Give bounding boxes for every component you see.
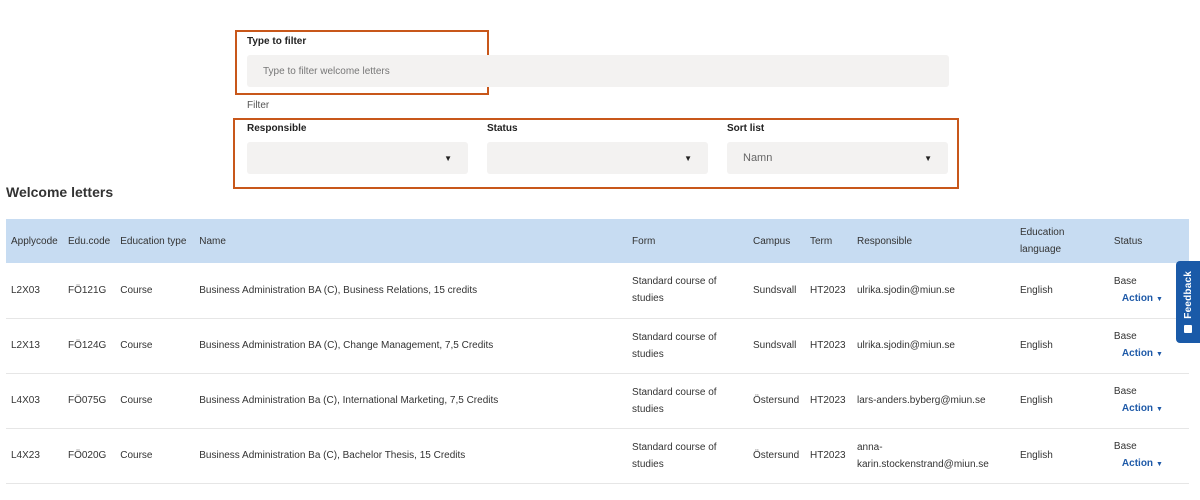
cell-applycode: L2X03	[11, 284, 40, 296]
chevron-down-icon: ▼	[444, 153, 452, 163]
cell-type: Course	[120, 395, 153, 406]
cell-status: Base Action ▼	[1109, 428, 1189, 483]
cell-language: English	[1019, 340, 1053, 351]
cell-responsible: ulrika.sjodin@miun.se	[856, 284, 955, 296]
cell-status: Base Action ▼	[1109, 373, 1189, 428]
column-header[interactable]: Status	[1109, 219, 1189, 263]
cell-form: Standard course of studies	[632, 441, 717, 470]
action-dropdown[interactable]: Action ▼	[1122, 348, 1163, 359]
cell-campus: Östersund	[753, 395, 800, 406]
responsible-label: Responsible	[247, 123, 307, 134]
cell-term: HT2023	[809, 284, 846, 296]
page-title: Welcome letters	[6, 184, 114, 200]
cell-responsible: lars-anders.byberg@miun.se	[856, 395, 986, 406]
cell-form: Standard course of studies	[632, 386, 717, 415]
table-header-row: Applycode Edu.code Education type Name F…	[6, 219, 1189, 263]
sort-select[interactable]: Namn ▼	[727, 142, 948, 174]
filter-section-label: Filter	[247, 100, 270, 111]
cell-responsible: ulrika.sjodin@miun.se	[856, 340, 955, 351]
chevron-down-icon: ▼	[684, 153, 692, 163]
column-header[interactable]: Edu.code	[63, 219, 115, 263]
table-row[interactable]: L2X13 FÖ124G Course Business Administrat…	[6, 318, 1189, 373]
status-text: Base	[1113, 275, 1137, 287]
action-label: Action	[1121, 403, 1154, 414]
cell-educode: FÖ020G	[67, 450, 107, 461]
action-dropdown[interactable]: Action ▼	[1122, 403, 1163, 414]
column-header[interactable]: Responsible	[852, 219, 1015, 263]
cell-language: English	[1019, 395, 1053, 406]
column-header[interactable]: Name	[194, 219, 627, 263]
status-text: Base	[1113, 386, 1137, 397]
cell-applycode: L2X13	[11, 340, 40, 351]
status-text: Base	[1113, 331, 1137, 342]
cell-form: Standard course of studies	[632, 276, 717, 305]
action-dropdown[interactable]: Action ▼	[1122, 458, 1163, 469]
table-row[interactable]: L2X03 FÖ121G Course Business Administrat…	[6, 263, 1189, 318]
action-label: Action	[1121, 348, 1154, 359]
cell-campus: Sundsvall	[753, 340, 797, 351]
cell-responsible: anna-karin.stockenstrand@miun.se	[856, 441, 989, 470]
cell-name: Business Administration BA (C), Business…	[199, 284, 478, 296]
cell-educode: FÖ075G	[67, 395, 107, 406]
cell-term: HT2023	[809, 395, 846, 406]
cell-educode: FÖ124G	[67, 340, 107, 351]
status-text: Base	[1113, 441, 1137, 452]
action-label: Action	[1121, 292, 1154, 304]
column-header[interactable]: Form	[627, 219, 748, 263]
responsible-select[interactable]: ▼	[247, 142, 468, 174]
cell-name: Business Administration Ba (C), Internat…	[199, 395, 499, 406]
cell-language: English	[1019, 450, 1053, 461]
cell-type: Course	[120, 450, 153, 461]
column-header[interactable]: Campus	[748, 219, 805, 263]
feedback-button[interactable]: Feedback	[1176, 261, 1200, 343]
cell-term: HT2023	[809, 450, 846, 461]
column-header[interactable]: Applycode	[6, 219, 63, 263]
feedback-icon	[1184, 324, 1192, 333]
table-row[interactable]: L4X23 FÖ020G Course Business Administrat…	[6, 428, 1189, 483]
cell-applycode: L4X23	[11, 450, 40, 461]
chevron-down-icon: ▼	[924, 153, 932, 163]
cell-name: Business Administration BA (C), Change M…	[199, 340, 494, 351]
caret-down-icon: ▼	[1156, 461, 1163, 468]
caret-down-icon: ▼	[1156, 351, 1163, 358]
cell-language: English	[1019, 284, 1053, 296]
filter-input[interactable]	[247, 55, 949, 87]
sort-select-value: Namn	[743, 152, 773, 164]
column-header[interactable]: Education language	[1015, 219, 1109, 263]
action-dropdown[interactable]: Action ▼	[1122, 293, 1163, 304]
cell-educode: FÖ121G	[67, 284, 107, 296]
feedback-label: Feedback	[1182, 271, 1194, 319]
cell-applycode: L4X03	[11, 395, 40, 406]
welcome-letters-table: Applycode Edu.code Education type Name F…	[6, 219, 1189, 484]
caret-down-icon: ▼	[1156, 406, 1163, 413]
cell-term: HT2023	[809, 340, 846, 351]
filter-label: Type to filter	[247, 36, 307, 47]
cell-campus: Östersund	[753, 450, 800, 461]
sort-label: Sort list	[727, 123, 765, 134]
status-label: Status	[487, 123, 518, 134]
table-row[interactable]: L4X03 FÖ075G Course Business Administrat…	[6, 373, 1189, 428]
cell-campus: Sundsvall	[753, 284, 797, 296]
column-header[interactable]: Education type	[115, 219, 194, 263]
cell-type: Course	[120, 284, 153, 296]
action-label: Action	[1121, 458, 1154, 469]
cell-form: Standard course of studies	[632, 331, 717, 360]
status-select[interactable]: ▼	[487, 142, 708, 174]
cell-type: Course	[120, 340, 153, 351]
column-header[interactable]: Term	[805, 219, 852, 263]
cell-name: Business Administration Ba (C), Bachelor…	[199, 450, 466, 461]
caret-down-icon: ▼	[1156, 295, 1163, 303]
